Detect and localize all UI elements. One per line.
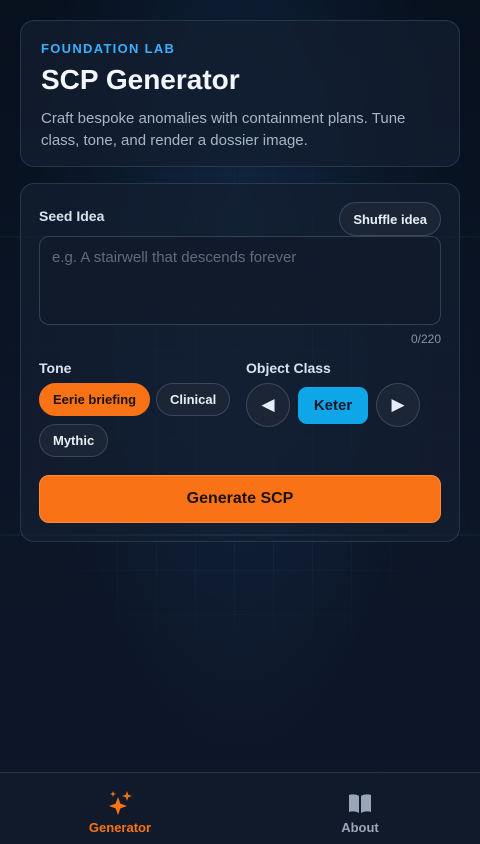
page-title: SCP Generator	[41, 64, 240, 95]
character-counter: 0/220	[410, 332, 441, 346]
tab-about[interactable]: About	[240, 773, 480, 844]
book-open-icon	[349, 794, 371, 813]
tone-label: Tone	[39, 360, 72, 376]
object-class-label: Object Class	[246, 360, 331, 376]
previous-class-button[interactable]: ◀	[246, 383, 290, 427]
tone-chip-clinical[interactable]: Clinical	[156, 383, 231, 416]
next-class-button[interactable]: ▶	[376, 383, 420, 427]
bottom-tab-bar: Generator About	[0, 772, 480, 844]
tone-chip-eerie-briefing[interactable]: Eerie briefing	[39, 383, 151, 416]
generator-form-card: Seed Idea Shuffle idea 0/220 Tone Eerie …	[20, 183, 460, 542]
chevron-left-icon: ◀	[261, 395, 275, 414]
chevron-right-icon: ▶	[391, 395, 405, 414]
tab-generator[interactable]: Generator	[0, 773, 240, 844]
seed-idea-label: Seed Idea	[39, 208, 105, 224]
page-description: Craft bespoke anomalies with containment…	[41, 110, 406, 149]
object-class-value: Keter	[298, 387, 368, 424]
tone-chip-mythic[interactable]: Mythic	[39, 424, 109, 457]
seed-idea-input[interactable]	[39, 236, 441, 325]
shuffle-idea-button[interactable]: Shuffle idea	[339, 202, 441, 236]
tab-about-label: About	[341, 820, 379, 835]
sparkles-icon	[109, 791, 132, 815]
generate-scp-button[interactable]: Generate SCP	[39, 475, 441, 523]
hero-card: FOUNDATION LAB SCP Generator Craft bespo…	[20, 20, 460, 167]
eyebrow-label: FOUNDATION LAB	[41, 41, 176, 56]
tab-generator-label: Generator	[88, 820, 152, 835]
